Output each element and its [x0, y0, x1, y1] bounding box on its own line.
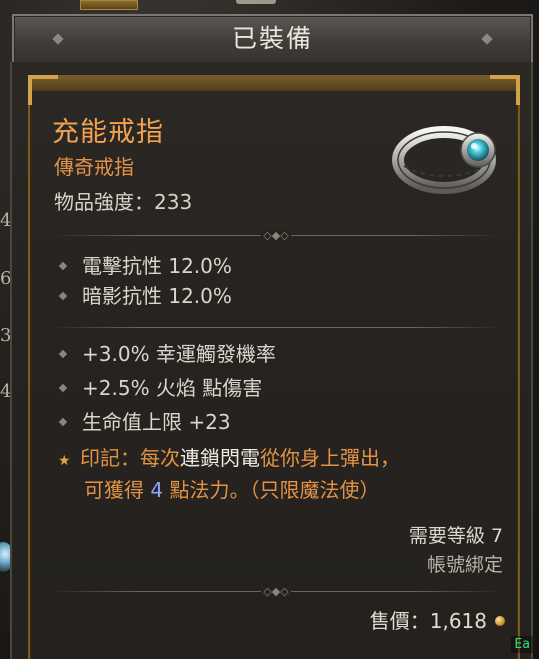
section-divider: [48, 322, 504, 334]
equipped-title: 已裝備: [231, 24, 313, 53]
affix-stat: +3.0% 幸運觸發機率: [58, 342, 276, 366]
legendary-aspect-line2: 可獲得 4 點法力。（只限魔法使）: [84, 478, 380, 502]
legendary-aspect: ★ 印記：每次連鎖閃電從你身上彈出，: [58, 446, 400, 473]
affix-stat: +2.5% 火焰 點傷害: [58, 376, 262, 400]
gold-coin-icon: [495, 615, 505, 626]
star-icon: ★: [58, 453, 71, 469]
section-divider: ◇◆◇: [48, 230, 504, 242]
frame-corner-icon: [28, 75, 58, 105]
bullet-icon: [58, 291, 68, 300]
ring-icon: [392, 114, 508, 204]
sell-price-value: 1,618: [429, 609, 487, 633]
frame-corner-icon: [490, 75, 520, 105]
bullet-icon: [58, 417, 68, 426]
watermark: Ea: [511, 636, 533, 653]
bullet-icon: [58, 261, 68, 270]
game-ui-screen: 4 6 3 4 已裝備 充能戒指 傳奇戒指 物品強度：233 ◇◆◇ 電擊抗性 …: [0, 0, 539, 659]
item-power: 物品強度：233: [54, 186, 192, 215]
item-type: 傳奇戒指: [54, 155, 134, 179]
inventory-slot-top: [80, 0, 138, 10]
implicit-stat: 暗影抗性 12.0%: [58, 284, 232, 308]
account-bound: 帳號綁定: [426, 554, 503, 576]
implicit-stat: 電擊抗性 12.0%: [58, 254, 232, 278]
background-label-fragment: [236, 0, 276, 4]
item-power-value: 233: [154, 190, 193, 214]
item-power-label: 物品強度：: [54, 190, 154, 214]
sell-price: 售價：1,618: [370, 605, 505, 634]
item-name: 充能戒指: [52, 117, 164, 148]
affix-stat: 生命值上限 +23: [58, 410, 231, 434]
required-level: 需要等級 7: [408, 525, 503, 547]
bullet-icon: [58, 383, 68, 392]
equipped-header: 已裝備: [12, 14, 533, 66]
bullet-icon: [58, 349, 68, 358]
section-divider: ◇◆◇: [48, 586, 504, 598]
